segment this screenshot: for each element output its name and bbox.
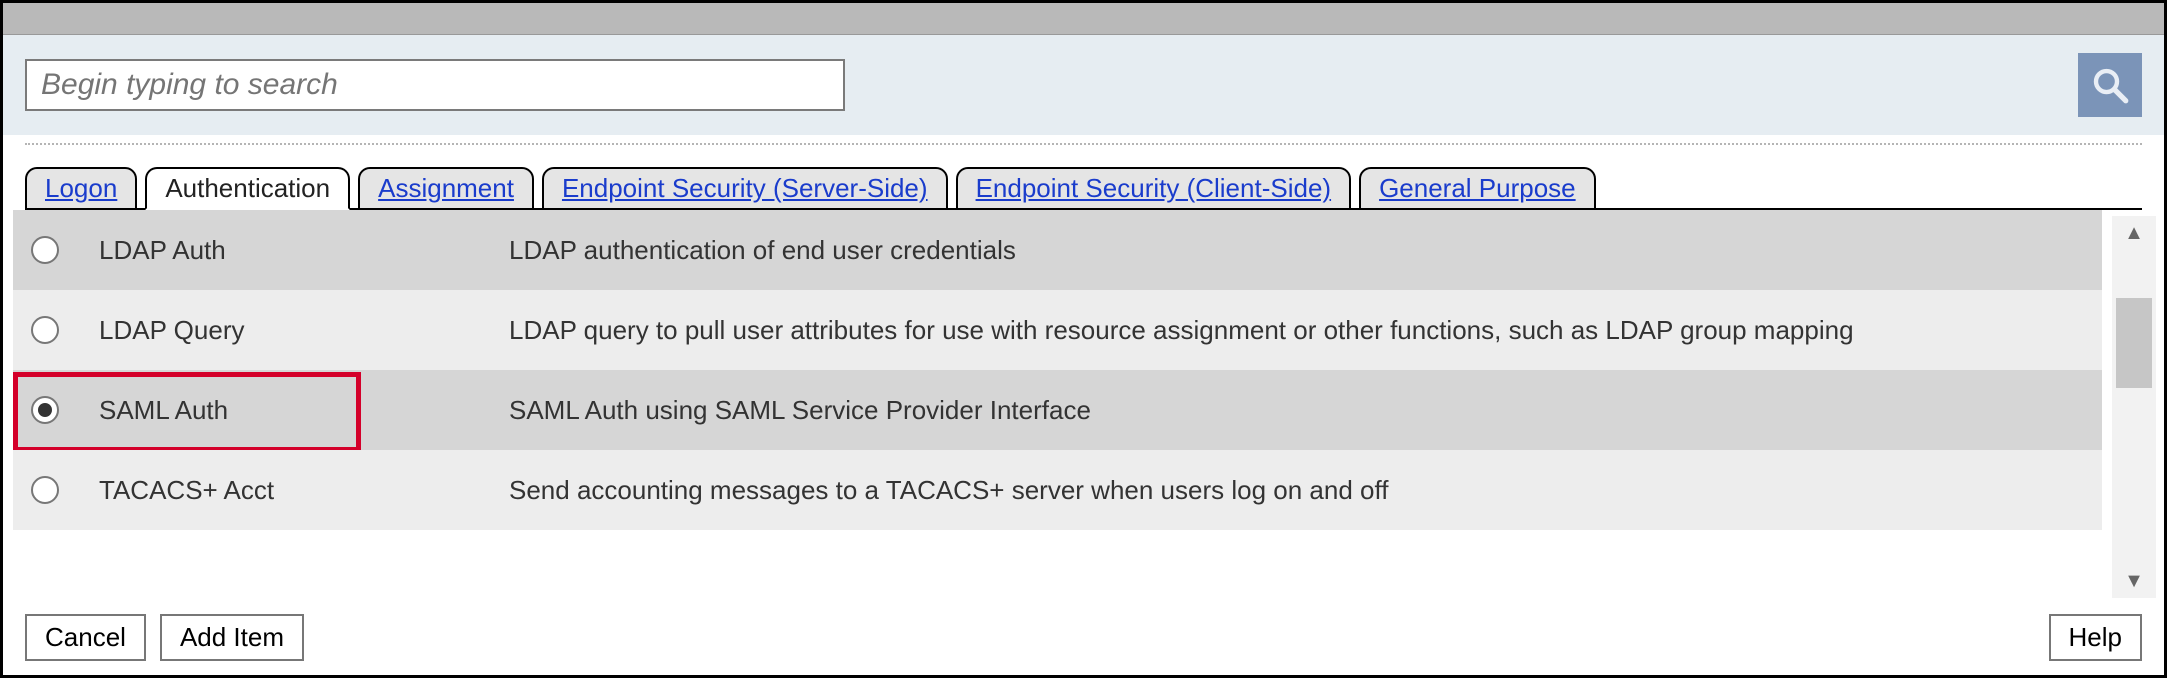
- tab-logon[interactable]: Logon: [25, 167, 137, 210]
- scroll-down-arrow[interactable]: ▼: [2112, 564, 2156, 598]
- row-desc: LDAP authentication of end user credenti…: [509, 235, 2102, 266]
- help-button[interactable]: Help: [2049, 614, 2142, 661]
- tab-logon-label: Logon: [45, 173, 117, 203]
- titlebar: [3, 3, 2164, 35]
- row-name: LDAP Auth: [99, 235, 509, 266]
- tab-assignment[interactable]: Assignment: [358, 167, 534, 210]
- add-item-button[interactable]: Add Item: [160, 614, 304, 661]
- row-desc: LDAP query to pull user attributes for u…: [509, 315, 2102, 346]
- row-name: SAML Auth: [99, 395, 509, 426]
- scroll-thumb[interactable]: [2116, 298, 2152, 388]
- tab-authentication[interactable]: Authentication: [145, 167, 350, 210]
- tab-strip: Logon Authentication Assignment Endpoint…: [3, 145, 2164, 208]
- cancel-button[interactable]: Cancel: [25, 614, 146, 661]
- search-button[interactable]: [2078, 53, 2142, 117]
- radio-ldap-auth[interactable]: [31, 236, 59, 264]
- search-bar: [3, 35, 2164, 135]
- tab-general-purpose-label: General Purpose: [1379, 173, 1576, 203]
- tab-general-purpose[interactable]: General Purpose: [1359, 167, 1596, 210]
- list-row-ldap-query[interactable]: LDAP Query LDAP query to pull user attri…: [13, 290, 2102, 370]
- search-input[interactable]: [25, 59, 845, 111]
- radio-tacacs-acct[interactable]: [31, 476, 59, 504]
- list-row-ldap-auth[interactable]: LDAP Auth LDAP authentication of end use…: [13, 210, 2102, 290]
- magnifier-icon: [2089, 64, 2131, 106]
- footer-bar: Cancel Add Item Help: [3, 604, 2164, 675]
- tab-endpoint-client[interactable]: Endpoint Security (Client-Side): [956, 167, 1352, 210]
- tab-authentication-label: Authentication: [165, 173, 330, 203]
- content-area: LDAP Auth LDAP authentication of end use…: [3, 210, 2164, 604]
- tab-endpoint-server-label: Endpoint Security (Server-Side): [562, 173, 928, 203]
- row-desc: Send accounting messages to a TACACS+ se…: [509, 475, 2102, 506]
- row-name: LDAP Query: [99, 315, 509, 346]
- list-row-saml-auth[interactable]: SAML Auth SAML Auth using SAML Service P…: [13, 370, 2102, 450]
- tab-assignment-label: Assignment: [378, 173, 514, 203]
- tab-endpoint-client-label: Endpoint Security (Client-Side): [976, 173, 1332, 203]
- scroll-track[interactable]: [2112, 250, 2156, 564]
- radio-ldap-query[interactable]: [31, 316, 59, 344]
- row-desc: SAML Auth using SAML Service Provider In…: [509, 395, 2102, 426]
- list-row-tacacs-acct[interactable]: TACACS+ Acct Send accounting messages to…: [13, 450, 2102, 530]
- tab-endpoint-server[interactable]: Endpoint Security (Server-Side): [542, 167, 948, 210]
- auth-list: LDAP Auth LDAP authentication of end use…: [13, 210, 2102, 604]
- row-name: TACACS+ Acct: [99, 475, 509, 506]
- scroll-up-arrow[interactable]: ▲: [2112, 216, 2156, 250]
- scrollbar[interactable]: ▲ ▼: [2112, 216, 2156, 598]
- dialog-window: Logon Authentication Assignment Endpoint…: [0, 0, 2167, 678]
- radio-saml-auth[interactable]: [31, 396, 59, 424]
